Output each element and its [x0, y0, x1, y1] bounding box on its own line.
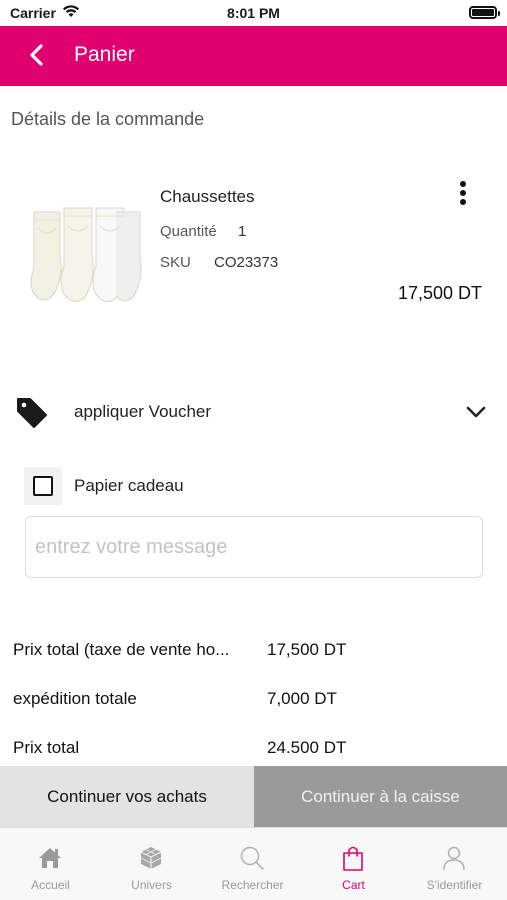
tab-bar: Accueil Univers Rechercher Cart S'identi… — [0, 827, 507, 900]
tab-cart[interactable]: Cart — [303, 828, 404, 900]
battery-icon — [469, 6, 500, 19]
tab-rechercher[interactable]: Rechercher — [202, 828, 303, 900]
shipping-label: expédition totale — [13, 689, 137, 708]
gift-wrap-option: Papier cadeau — [24, 467, 284, 505]
tab-label: Cart — [342, 878, 365, 892]
product-price: 17,500 DT — [397, 283, 482, 303]
subtotal-value: 17,500 DT — [267, 640, 347, 659]
search-icon — [240, 846, 264, 870]
tab-label: S'identifier — [426, 878, 483, 892]
nav-bar: Panier — [0, 26, 507, 86]
voucher-row[interactable]: appliquer Voucher — [0, 386, 507, 438]
shipping-row: expédition totale 7,000 DT — [0, 683, 507, 713]
tab-identifier[interactable]: S'identifier — [404, 828, 505, 900]
shipping-value: 7,000 DT — [267, 689, 337, 708]
continue-shopping-button[interactable]: Continuer vos achats — [0, 766, 254, 827]
more-options-icon[interactable] — [452, 178, 474, 210]
grand-total-label: Prix total — [13, 738, 80, 757]
chevron-down-icon[interactable] — [464, 402, 488, 422]
subtotal-label: Prix total (taxe de vente ho... — [13, 640, 230, 659]
checkout-button[interactable]: Continuer à la caisse — [254, 766, 507, 827]
section-title: Détails de la commande — [11, 109, 205, 129]
cube-icon — [140, 847, 162, 869]
page-title: Panier — [74, 43, 135, 66]
grand-total-value: 24.500 DT — [267, 738, 347, 757]
tab-label: Accueil — [31, 878, 70, 892]
subtotal-row: Prix total (taxe de vente ho... 17,500 D… — [0, 634, 507, 664]
quantity-label: Quantité — [160, 223, 217, 240]
grand-total-row: Prix total 24.500 DT — [0, 732, 507, 762]
tag-icon — [17, 398, 47, 428]
chevron-left-icon[interactable] — [22, 40, 52, 70]
home-icon — [39, 848, 61, 868]
quantity-value: 1 — [238, 223, 247, 240]
status-bar: Carrier 8:01 PM — [0, 0, 507, 26]
tab-label: Rechercher — [221, 878, 284, 892]
tab-univers[interactable]: Univers — [101, 828, 202, 900]
user-icon — [443, 846, 465, 871]
gift-wrap-checkbox[interactable] — [24, 467, 62, 505]
checkbox-icon — [33, 476, 53, 496]
sku-label: SKU — [160, 254, 191, 271]
gift-wrap-label: Papier cadeau — [74, 476, 184, 495]
cart-actions: Continuer vos achats Continuer à la cais… — [0, 766, 507, 827]
shopping-bag-icon — [343, 846, 363, 871]
product-name: Chaussettes — [160, 187, 255, 206]
product-image — [30, 207, 142, 302]
tab-accueil[interactable]: Accueil — [0, 828, 101, 900]
clock: 8:01 PM — [227, 5, 280, 21]
tab-label: Univers — [131, 878, 172, 892]
message-input[interactable] — [25, 516, 483, 578]
sku-value: CO23373 — [214, 254, 279, 271]
cart-item: Chaussettes Quantité 1 SKU CO23373 17,50… — [0, 160, 507, 320]
voucher-label: appliquer Voucher — [74, 402, 212, 421]
